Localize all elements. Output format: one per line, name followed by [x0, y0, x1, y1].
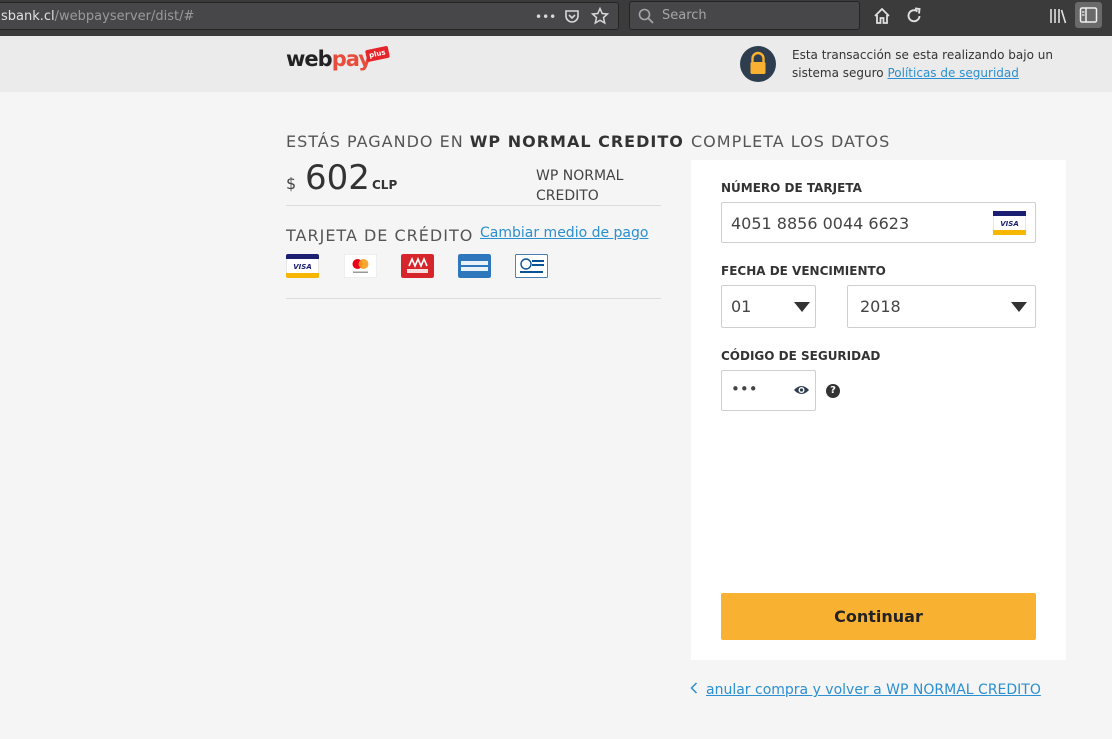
url-bar[interactable]: sbank.cl/webpayserver/dist/# ••• [0, 2, 619, 30]
secure-lock-badge [740, 46, 776, 82]
visa-card-icon: VISA [286, 254, 319, 278]
library-icon[interactable] [1048, 6, 1068, 26]
chevron-down-icon [1011, 302, 1027, 312]
card-brand-text: VISA [1000, 220, 1018, 228]
card-number-input[interactable]: 4051 8856 0044 6623 VISA [721, 202, 1036, 243]
expiry-year-select[interactable]: 2018 [847, 285, 1036, 328]
home-icon[interactable] [872, 6, 892, 26]
bookmark-star-icon[interactable] [591, 7, 609, 25]
cvv-input[interactable]: ••• [721, 370, 816, 411]
magna-card-icon [401, 254, 434, 278]
chevron-left-icon [690, 682, 698, 694]
card-number-label: NÚMERO DE TARJETA [721, 181, 862, 195]
chevron-down-icon [794, 302, 810, 312]
card-brand-visa-icon: VISA [993, 211, 1026, 235]
form-title: COMPLETA LOS DATOS [691, 132, 891, 151]
merchant-name: WP NORMAL CREDITO [536, 168, 624, 204]
help-icon[interactable]: ? [826, 384, 840, 398]
expiry-label: FECHA DE VENCIMIENTO [721, 264, 886, 278]
pocket-icon[interactable] [563, 8, 581, 26]
expiry-month-value: 01 [731, 297, 752, 316]
cvv-value: ••• [731, 380, 758, 398]
search-bar[interactable]: Search [629, 1, 860, 30]
search-placeholder: Search [662, 8, 707, 23]
visa-text: VISA [293, 263, 311, 271]
cancel-purchase-label: anular compra y volver a WP NORMAL CREDI… [706, 682, 1041, 698]
card-type-label: TARJETA DE CRÉDITO [286, 226, 474, 245]
divider [286, 298, 661, 299]
cvv-label: CÓDIGO DE SEGURIDAD [721, 349, 881, 363]
security-policy-link[interactable]: Políticas de seguridad [887, 66, 1018, 80]
search-icon [638, 8, 654, 24]
diners-club-card-icon [515, 254, 548, 278]
eye-icon[interactable] [793, 383, 810, 397]
lock-icon [750, 51, 766, 74]
divider [286, 205, 661, 206]
mastercard-card-icon [344, 254, 377, 278]
amex-card-icon [458, 254, 491, 278]
sidebar-icon [1079, 7, 1098, 23]
secure-transaction-notice: Esta transacción se esta realizando bajo… [792, 48, 1053, 80]
reload-icon[interactable] [904, 6, 924, 26]
webpay-logo: webpay [286, 47, 372, 71]
expiry-month-select[interactable]: 01 [721, 285, 816, 328]
browser-toolbar: sbank.cl/webpayserver/dist/# ••• Search [0, 0, 1112, 36]
page-actions-button[interactable]: ••• [535, 8, 556, 26]
currency-code: CLP [372, 178, 398, 192]
sidebar-toggle-button[interactable] [1075, 2, 1102, 28]
cancel-purchase-link[interactable]: anular compra y volver a WP NORMAL CREDI… [690, 682, 1041, 698]
url-text: sbank.cl/webpayserver/dist/# [1, 9, 195, 24]
payment-amount: 602 [305, 158, 370, 198]
paying-at-title: ESTÁS PAGANDO EN WP NORMAL CREDITO [286, 132, 684, 151]
change-payment-method-link[interactable]: Cambiar medio de pago [480, 225, 648, 241]
card-number-value: 4051 8856 0044 6623 [731, 214, 910, 233]
continue-button[interactable]: Continuar [721, 593, 1036, 640]
expiry-year-value: 2018 [860, 297, 901, 316]
currency-symbol: $ [286, 174, 297, 193]
